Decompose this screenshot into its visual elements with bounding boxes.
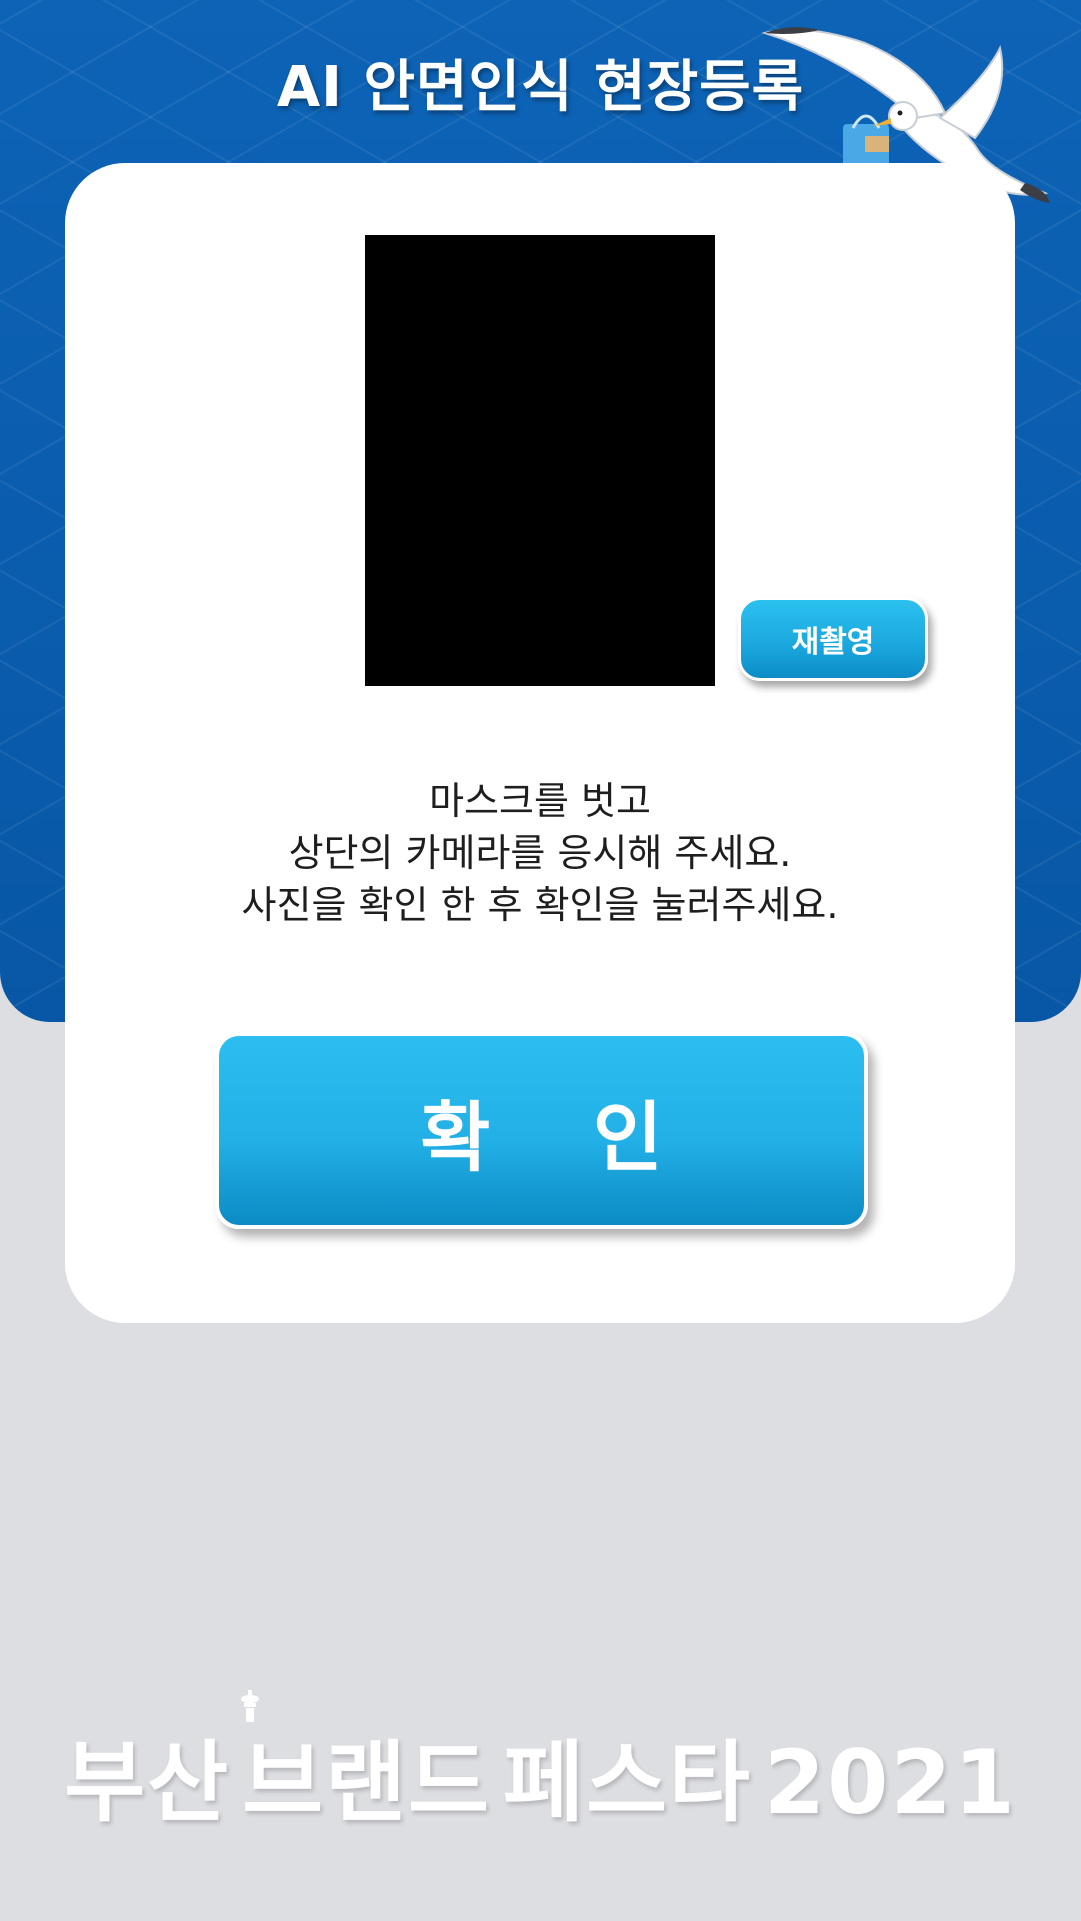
retake-button[interactable]: 재촬영 <box>738 597 928 681</box>
instruction-line: 사진을 확인 한 후 확인을 눌러주세요. <box>241 883 839 927</box>
instruction-line: 마스크를 벗고 <box>429 779 651 823</box>
logo-word: 페스타 <box>503 1731 752 1834</box>
instructions-text: 마스크를 벗고 상단의 카메라를 응시해 주세요. 사진을 확인 한 후 확인을… <box>65 775 1015 931</box>
logo-word: 브랜드 <box>242 1731 491 1834</box>
logo-word: 부산 <box>64 1731 231 1834</box>
festival-logo: 부산 브랜드 페스타 2021 <box>0 1712 1081 1839</box>
logo-word: 2021 <box>763 1731 1017 1834</box>
camera-preview <box>365 235 715 686</box>
confirm-button[interactable]: 확 인 <box>215 1032 868 1229</box>
instruction-line: 상단의 카메라를 응시해 주세요. <box>288 831 792 875</box>
